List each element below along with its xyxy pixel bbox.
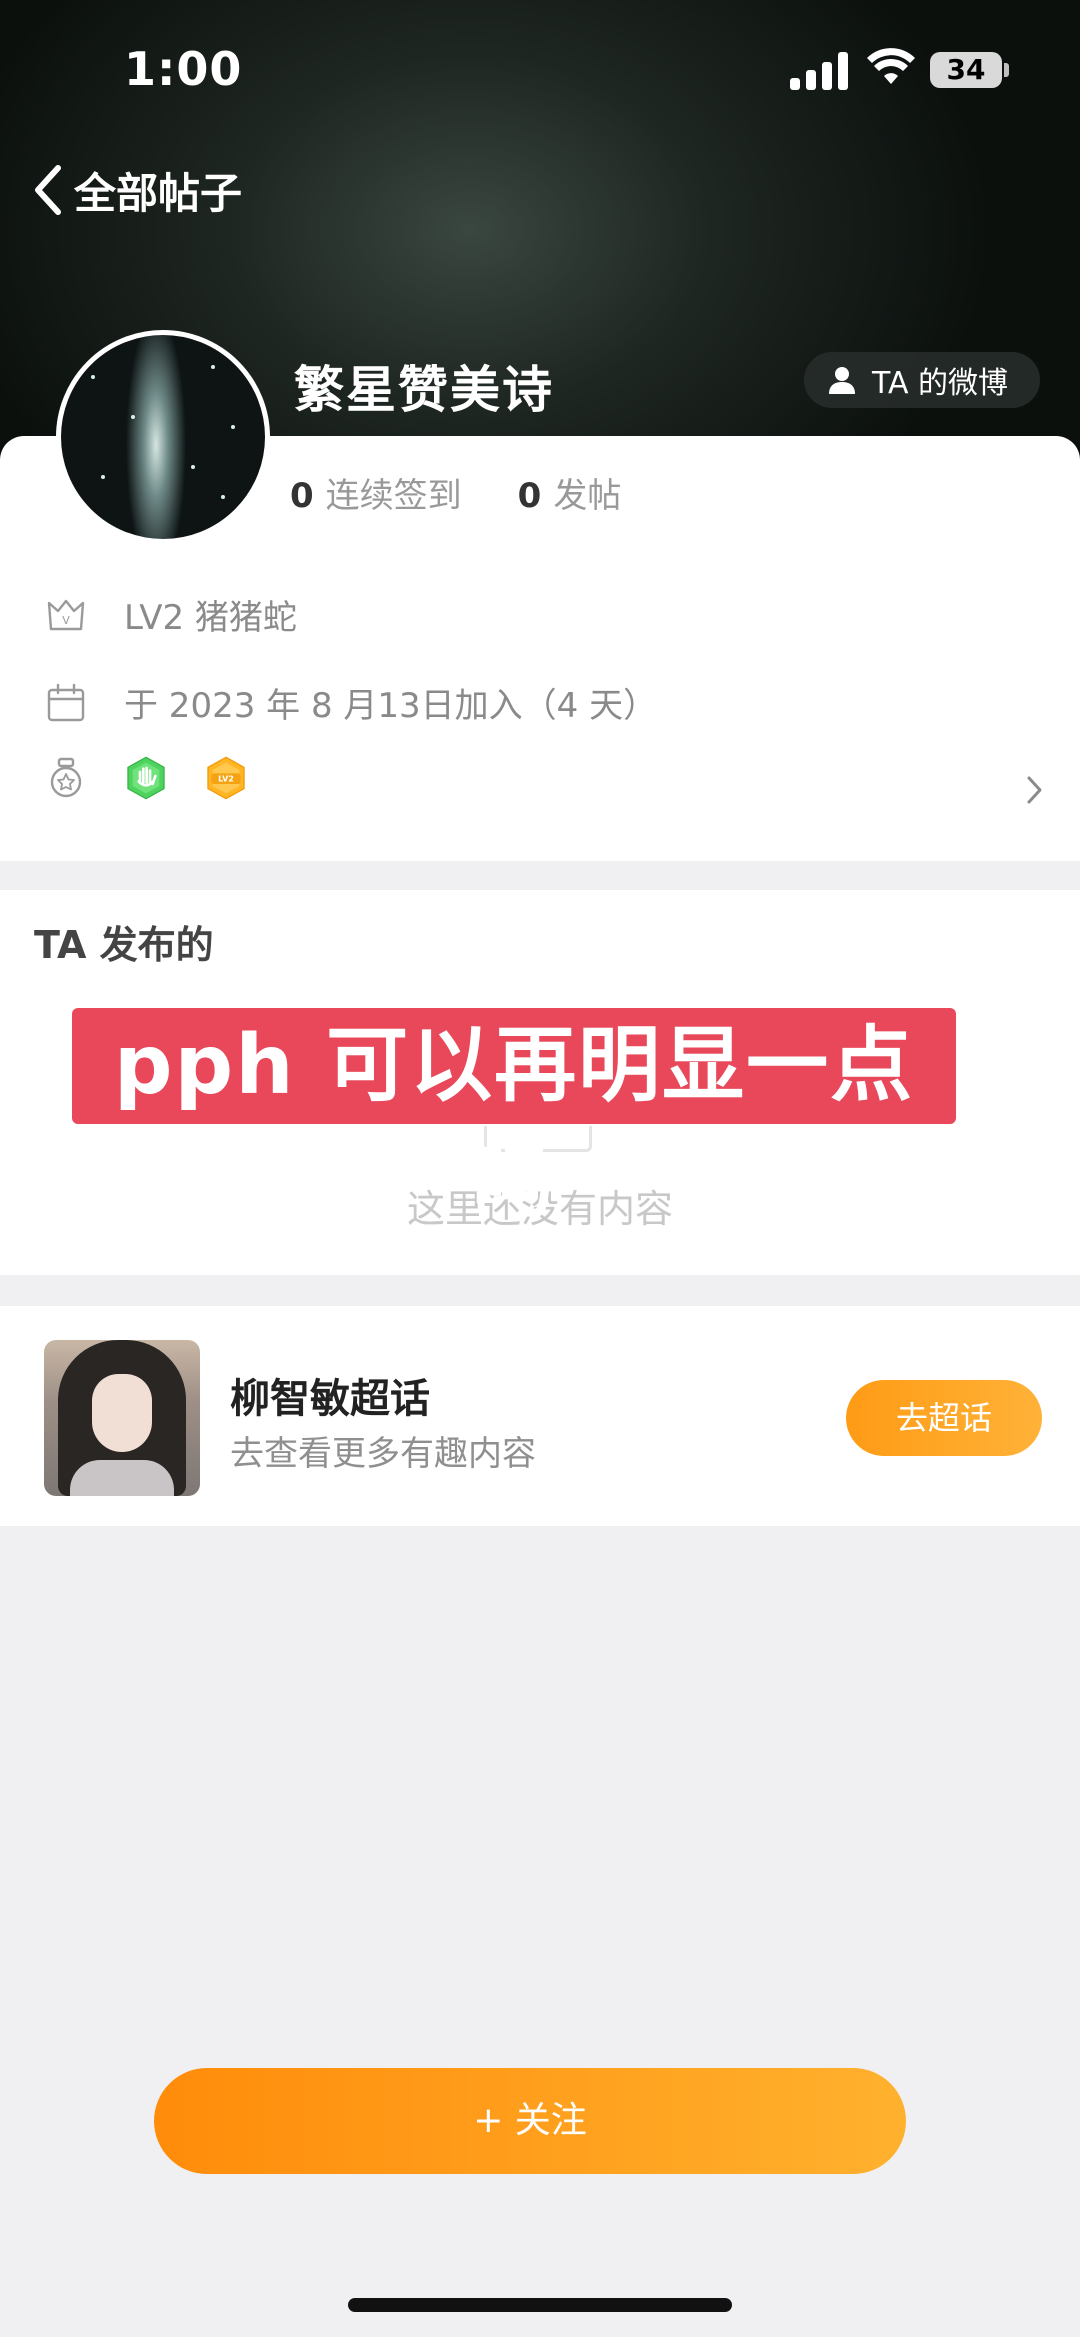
chevron-left-icon — [35, 165, 61, 215]
stat-checkin-value: 0 — [290, 476, 314, 516]
level-row: V LV2 猪猪蛇 — [44, 590, 297, 639]
stat-posts-label: 发帖 — [553, 476, 622, 516]
calendar-icon — [47, 683, 85, 721]
posts-section: TA 发布的 这里还没有内容 pph 可以再明显一点吗 — [0, 890, 1080, 1275]
medal-icon — [50, 757, 82, 798]
topic-name: 柳智敏超话 — [230, 1376, 430, 1422]
status-time: 1:00 — [124, 42, 243, 96]
wifi-icon — [867, 48, 915, 84]
avatar[interactable] — [56, 330, 270, 544]
go-super-topic-button[interactable]: 去超话 — [846, 1380, 1042, 1456]
stat-posts-value: 0 — [517, 476, 542, 516]
lv2-badge-icon[interactable]: LV2 — [204, 756, 248, 800]
overlay-caption: pph 可以再明显一点吗 — [72, 1008, 956, 1229]
badges-row[interactable]: LV2 — [44, 756, 284, 800]
battery-icon: 34 — [930, 52, 1002, 88]
stat-posts[interactable]: 0 发帖 — [518, 468, 622, 517]
stat-checkin-label: 连续签到 — [325, 476, 462, 516]
follow-button[interactable]: + 关注 — [154, 2068, 906, 2174]
joined-text: 于 2023 年 8 月13日加入（4 天） — [124, 686, 658, 726]
level-text: LV2 猪猪蛇 — [124, 598, 297, 638]
chevron-right-icon[interactable] — [1024, 772, 1046, 808]
signal-icon — [790, 52, 848, 90]
lv2-badge-text: LV2 — [218, 775, 234, 784]
svg-text:V: V — [62, 614, 70, 627]
topic-thumbnail — [44, 1340, 200, 1496]
status-bar: 1:00 34 — [0, 0, 1080, 140]
back-label: 全部帖子 — [74, 168, 243, 218]
user-icon — [829, 367, 855, 394]
battery-tip — [1004, 63, 1009, 77]
profile-stats: 0 连续签到 0 发帖 — [290, 468, 677, 517]
super-topic-card[interactable]: 柳智敏超话 去查看更多有趣内容 去超话 — [0, 1306, 1080, 1526]
home-indicator[interactable] — [348, 2298, 732, 2312]
back-button[interactable]: 全部帖子 — [30, 158, 242, 222]
username: 繁星赞美诗 — [294, 361, 554, 419]
wave-hand-badge-icon[interactable] — [124, 756, 168, 800]
weibo-profile-button[interactable]: TA 的微博 — [804, 352, 1040, 408]
posts-title: TA 发布的 — [34, 923, 214, 967]
joined-row: 于 2023 年 8 月13日加入（4 天） — [44, 678, 657, 727]
weibo-button-label: TA 的微博 — [872, 366, 1009, 401]
stat-checkin[interactable]: 0 连续签到 — [290, 468, 462, 517]
crown-icon: V — [47, 599, 85, 630]
topic-subtitle: 去查看更多有趣内容 — [230, 1434, 536, 1474]
